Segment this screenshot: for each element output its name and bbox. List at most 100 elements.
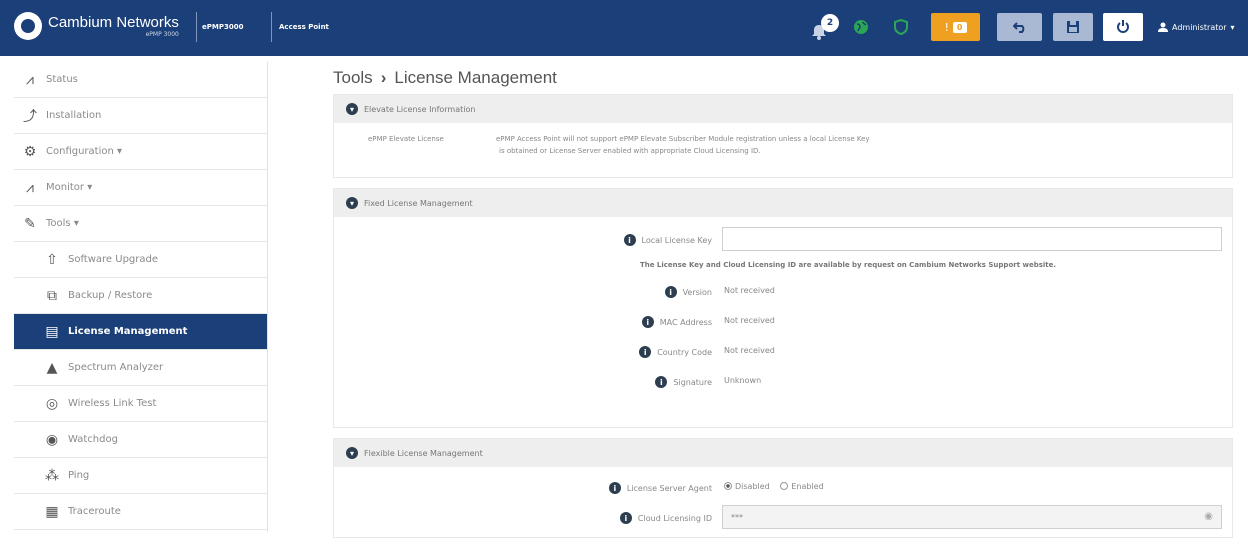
brand-name: Cambium Networks xyxy=(48,13,179,31)
sidebar-item-label: Ping xyxy=(68,470,90,481)
reboot-button[interactable] xyxy=(1103,13,1143,41)
device-model-label: ePMP3000 xyxy=(202,23,244,31)
sidebar-item-license-management[interactable]: ▤ License Management xyxy=(14,314,267,350)
sidebar-item-ping[interactable]: ⁂ Ping xyxy=(14,458,267,494)
header-divider xyxy=(196,12,197,42)
warning-alerts-button[interactable]: ! 0 xyxy=(931,13,980,41)
panel-header: ▾ Elevate License Information xyxy=(334,95,1232,123)
eye-icon: ◉ xyxy=(45,431,59,448)
version-row: i Version Not received xyxy=(334,277,1232,307)
breadcrumb-arrow: › xyxy=(380,68,387,87)
sidebar-item-label: Spectrum Analyzer xyxy=(68,362,164,373)
panel-title: Elevate License Information xyxy=(364,104,476,114)
eye-icon[interactable]: ◉ xyxy=(1204,511,1213,522)
sidebar-item-watchdog[interactable]: ◉ Watchdog xyxy=(14,422,267,458)
panel-header: ▾ Flexible License Management xyxy=(334,439,1232,467)
field-label: Cloud Licensing ID xyxy=(637,513,712,523)
traceroute-icon: ▦ xyxy=(45,503,59,520)
backup-icon: ⧉ xyxy=(47,287,57,304)
sidebar-item-software-upgrade[interactable]: ⇧ Software Upgrade xyxy=(14,242,267,278)
breadcrumb-page: License Management xyxy=(394,68,557,87)
radio-disabled[interactable]: Disabled xyxy=(724,482,770,491)
globe-icon[interactable] xyxy=(851,17,871,37)
info-icon[interactable]: i xyxy=(619,512,632,524)
elevate-row: ePMP Elevate License ePMP Access Point w… xyxy=(334,123,1232,177)
upgrade-icon: ⇧ xyxy=(46,251,58,268)
country-code-row: i Country Code Not received xyxy=(334,337,1232,367)
sidebar-item-label: Watchdog xyxy=(68,434,118,445)
elevate-label: ePMP Elevate License xyxy=(368,135,444,143)
notification-count-badge: 2 xyxy=(821,14,839,32)
shield-icon[interactable] xyxy=(891,17,911,37)
save-icon xyxy=(1067,21,1079,33)
sidebar-item-spectrum-analyzer[interactable]: ▲ Spectrum Analyzer xyxy=(14,350,267,386)
wrench-icon: ✎ xyxy=(24,215,36,232)
sidebar-item-installation[interactable]: ⤴ Installation xyxy=(14,98,267,134)
info-icon[interactable]: i xyxy=(608,482,621,494)
sidebar-item-label: Monitor ▾ xyxy=(46,182,93,193)
info-icon[interactable]: i xyxy=(655,376,668,388)
radio-enabled[interactable]: Enabled xyxy=(780,482,824,491)
info-icon[interactable]: i xyxy=(623,234,636,246)
undo-button[interactable] xyxy=(997,13,1042,41)
pulse-icon: ⩘ xyxy=(26,71,34,88)
sidebar-item-status[interactable]: ⩘ Status xyxy=(14,62,267,98)
info-icon[interactable]: i xyxy=(664,286,677,298)
sidebar-item-label: Backup / Restore xyxy=(68,290,153,301)
license-note: The License Key and Cloud Licensing ID a… xyxy=(639,261,1057,269)
sidebar-item-traceroute[interactable]: ▦ Traceroute xyxy=(14,494,267,530)
cloud-licensing-id-row: i Cloud Licensing ID *** ◉ xyxy=(334,503,1232,533)
sidebar-item-label: License Management xyxy=(68,326,188,337)
chevron-down-icon[interactable]: ▾ xyxy=(346,197,358,209)
alert-count-badge: 0 xyxy=(952,21,967,33)
sidebar-item-backup-restore[interactable]: ⧉ Backup / Restore xyxy=(14,278,267,314)
user-icon xyxy=(1158,22,1168,32)
breadcrumb-section: Tools xyxy=(333,68,373,87)
agent-radio-group: Disabled Enabled xyxy=(724,482,824,491)
sidebar: ⩘ Status ⤴ Installation ⚙ Configuration ▾ ⩘… xyxy=(14,62,268,532)
radio-label: Disabled xyxy=(735,482,770,491)
local-license-key-row: i Local License Key xyxy=(334,225,1232,255)
info-icon[interactable]: i xyxy=(641,316,654,328)
ping-icon: ⁂ xyxy=(45,467,59,484)
chevron-down-icon[interactable]: ▾ xyxy=(346,103,358,115)
local-license-key-input[interactable] xyxy=(722,227,1222,251)
wireless-icon: ◎ xyxy=(45,395,59,412)
chevron-down-icon[interactable]: ▾ xyxy=(346,447,358,459)
sidebar-item-configuration[interactable]: ⚙ Configuration ▾ xyxy=(14,134,267,170)
pulse-icon: ⩘ xyxy=(26,179,34,196)
cambium-logo[interactable]: Cambium Networks ePMP 3000 xyxy=(14,9,194,43)
field-value: Unknown xyxy=(724,376,762,385)
sidebar-item-label: Configuration ▾ xyxy=(46,146,123,157)
cloud-licensing-id-input[interactable]: *** ◉ xyxy=(722,505,1222,529)
sidebar-item-tools[interactable]: ✎ Tools ▾ xyxy=(14,206,267,242)
chevron-down-icon: ▾ xyxy=(1230,22,1235,32)
field-value: Not received xyxy=(724,316,775,325)
panel-header: ▾ Fixed License Management xyxy=(334,189,1232,217)
user-menu[interactable]: Administrator ▾ xyxy=(1158,22,1235,32)
sidebar-item-label: Wireless Link Test xyxy=(68,398,157,409)
fixed-license-panel: ▾ Fixed License Management i Local License… xyxy=(333,188,1233,428)
license-server-agent-row: i License Server Agent Disabled Enabled xyxy=(334,473,1232,503)
elevate-license-panel: ▾ Elevate License Information ePMP Elevat… xyxy=(333,94,1233,178)
top-bar: Cambium Networks ePMP 3000 ePMP3000 Acce… xyxy=(0,0,1248,56)
sidebar-item-label: Installation xyxy=(46,110,102,121)
license-icon: ▤ xyxy=(45,323,59,340)
header-divider xyxy=(271,12,272,42)
sidebar-item-label: Traceroute xyxy=(68,506,121,517)
installation-icon: ⤴ xyxy=(23,108,37,125)
flexible-license-panel: ▾ Flexible License Management i License Se… xyxy=(333,438,1233,538)
sidebar-item-monitor[interactable]: ⩘ Monitor ▾ xyxy=(14,170,267,206)
sidebar-item-label: Software Upgrade xyxy=(68,254,159,265)
field-label: Version xyxy=(682,287,712,297)
gear-icon: ⚙ xyxy=(23,143,37,160)
warning-icon: ! xyxy=(944,20,949,34)
info-icon[interactable]: i xyxy=(639,346,652,358)
radio-icon xyxy=(724,482,732,490)
field-label: i Local License Key xyxy=(623,234,712,246)
device-mode-label: Access Point xyxy=(279,23,329,31)
sidebar-item-wireless-link-test[interactable]: ◎ Wireless Link Test xyxy=(14,386,267,422)
save-button[interactable] xyxy=(1053,13,1093,41)
field-label: Signature xyxy=(673,377,712,387)
sidebar-item-label: Status xyxy=(46,74,78,85)
